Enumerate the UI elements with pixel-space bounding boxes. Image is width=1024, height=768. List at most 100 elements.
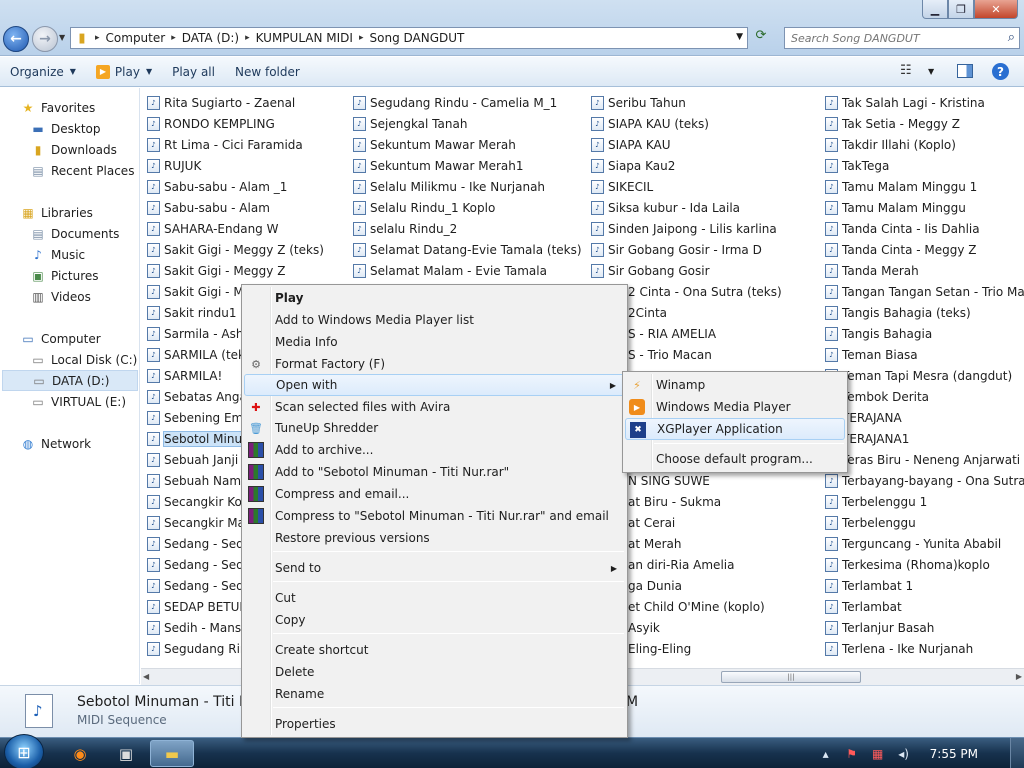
file-item[interactable]: ♪ TakTega [825,156,889,176]
menu-item-add-to-archive[interactable]: Add to archive... [244,439,625,461]
nav-videos[interactable]: ▥ Videos [30,286,91,307]
file-item[interactable]: ♪ Sabu-sabu - Alam _1 [147,177,287,197]
file-item[interactable]: ♪an diri-Ria Amelia [611,555,734,575]
file-item[interactable]: ♪ Sekuntum Mawar Merah1 [353,156,524,176]
nav-music[interactable]: ♪ Music [30,244,85,265]
start-button[interactable]: ⊞ [4,734,44,768]
nav-pictures[interactable]: ▣ Pictures [30,265,98,286]
help-icon[interactable]: ? [992,63,1009,80]
menu-item-create-shortcut[interactable]: Create shortcut [244,639,625,661]
file-item[interactable]: ♪ Tanda Cinta - Meggy Z [825,240,977,260]
forward-button[interactable]: → [32,26,58,52]
nav-downloads[interactable]: ▮ Downloads [30,139,117,160]
recent-pages-chevron-icon[interactable]: ▼ [59,33,65,42]
menu-item-format-factory[interactable]: ⚙ Format Factory (F) [244,353,625,375]
nav-recent-places[interactable]: ▤ Recent Places [30,160,134,181]
program-taskbar-button[interactable]: ▣ [104,740,148,767]
file-item[interactable]: ♪ SAHARA-Endang W [147,219,278,239]
file-item[interactable]: ♪ Tangis Bahagia (teks) [825,303,971,323]
file-item[interactable]: ♪ Sebuah Nama [147,471,248,491]
organize-button[interactable]: Organize ▼ [0,57,86,86]
chevron-right-icon[interactable]: ▸ [357,33,366,43]
file-item[interactable]: ♪ SIKECIL [591,177,653,197]
file-item[interactable]: ♪ Sebatas Angan [147,387,255,407]
file-item[interactable]: ♪ Siapa Kau2 [591,156,675,176]
file-item[interactable]: ♪ Tak Setia - Meggy Z [825,114,960,134]
file-item[interactable]: ♪ SARMILA (teks [147,345,251,365]
file-item[interactable]: ♪Teman Tapi Mesra (dangdut) [825,366,1012,386]
file-item[interactable]: ♪ Siksa kubur - Ida Laila [591,198,740,218]
file-item[interactable]: ♪ Terkesima (Rhoma)koplo [825,555,990,575]
explorer-taskbar-button[interactable]: ▬ [150,740,194,767]
file-item[interactable]: ♪ Tanda Merah [825,261,919,281]
file-item[interactable]: ♪ Terlanjur Basah [825,618,934,638]
search-box[interactable]: ⌕ [784,27,1020,49]
file-item[interactable]: ♪ Sedih - Mansy [147,618,248,638]
menu-item-play[interactable]: Play [244,287,625,309]
file-item[interactable]: ♪ Rt Lima - Cici Faramida [147,135,303,155]
scroll-left-icon[interactable]: ◀ [143,672,149,681]
nav-libraries[interactable]: ▦ Libraries [20,202,93,223]
menu-item-compress-email[interactable]: Compress and email... [244,483,625,505]
submenu-item-windows-media-player[interactable]: ▶ Windows Media Player [625,396,845,418]
file-item[interactable]: ♪ Terguncang - Yunita Ababil [825,534,1001,554]
nav-documents[interactable]: ▤ Documents [30,223,119,244]
address-bar[interactable]: ▮ ▸ Computer ▸ DATA (D:) ▸ KUMPULAN MIDI ▸ … [70,27,748,49]
breadcrumb-computer[interactable]: Computer [102,31,170,45]
file-item[interactable]: ♪ Sedang - Seda [147,576,251,596]
show-hidden-icons-icon[interactable]: ▴ [818,747,834,761]
file-item[interactable]: ♪ Sakit Gigi - Me [147,282,251,302]
file-item[interactable]: ♪ RUJUK [147,156,201,176]
nav-local-disk[interactable]: ▭ Local Disk (C:) [30,349,137,370]
file-item[interactable]: ♪ Tak Salah Lagi - Kristina [825,93,985,113]
file-item[interactable]: ♪ Terbelenggu 1 [825,492,927,512]
file-item[interactable]: ♪ Tamu Malam Minggu 1 [825,177,977,197]
file-item[interactable]: ♪ Sebotol Minum [147,429,255,449]
file-item[interactable]: ♪ Takdir Illahi (Koplo) [825,135,956,155]
file-item[interactable]: ♪ Terlambat 1 [825,576,913,596]
chevron-right-icon[interactable]: ▸ [93,33,102,43]
submenu-item-xgplayer[interactable]: ✖ XGPlayer Application [625,418,845,440]
file-item[interactable]: ♪ Selalu Rindu_1 Koplo [353,198,495,218]
menu-item-tuneup-shredder[interactable]: 🗑 TuneUp Shredder [244,417,625,439]
menu-item-restore-versions[interactable]: Restore previous versions [244,527,625,549]
file-item[interactable]: ♪2 Cinta - Ona Sutra (teks) [611,282,782,302]
file-item[interactable]: ♪ RONDO KEMPLING [147,114,275,134]
file-item[interactable]: ♪ Selalu Milikmu - Ike Nurjanah [353,177,545,197]
firefox-taskbar-button[interactable]: ◉ [58,740,102,767]
nav-computer[interactable]: ▭ Computer [20,328,100,349]
file-item[interactable]: ♪ Terlena - Ike Nurjanah [825,639,973,659]
address-dropdown-icon[interactable]: ▼ [736,32,743,42]
file-item[interactable]: ♪ Sinden Jaipong - Lilis karlina [591,219,777,239]
file-item[interactable]: ♪ selalu Rindu_2 [353,219,457,239]
file-item[interactable]: ♪ Terbelenggu [825,513,916,533]
file-item[interactable]: ♪ Selamat Malam - Evie Tamala [353,261,547,281]
file-item[interactable]: ♪ Tanda Cinta - Iis Dahlia [825,219,980,239]
maximize-button[interactable]: ❐ [948,0,974,19]
file-item[interactable]: ♪ Sebuah Janji [147,450,238,470]
file-item[interactable]: ♪ Sekuntum Mawar Merah [353,135,516,155]
file-item[interactable]: ♪ Terbayang-bayang - Ona Sutra [825,471,1024,491]
file-item[interactable]: ♪ Segudang Rind [147,639,255,659]
menu-item-add-wmp-list[interactable]: Add to Windows Media Player list [244,309,625,331]
menu-item-compress-rar-email[interactable]: Compress to "Sebotol Minuman - Titi Nur.… [244,505,625,527]
chevron-right-icon[interactable]: ▸ [169,33,178,43]
file-item[interactable]: ♪ Sir Gobang Gosir [591,261,710,281]
volume-icon[interactable]: ◂) [896,747,912,761]
chevron-right-icon[interactable]: ▸ [243,33,252,43]
clock[interactable]: 7:55 PM [930,747,978,761]
file-item[interactable]: ♪ Sedang - Seda [147,555,251,575]
submenu-item-winamp[interactable]: ⚡ Winamp [625,374,845,396]
menu-item-media-info[interactable]: Media Info [244,331,625,353]
menu-item-open-with[interactable]: Open with ▶ [244,374,625,396]
breadcrumb-kumpulan-midi[interactable]: KUMPULAN MIDI [252,31,357,45]
nav-favorites[interactable]: ★ Favorites [20,97,96,118]
menu-item-send-to[interactable]: Send to ▶ [244,557,625,579]
action-center-flag-icon[interactable]: ⚑ [844,747,860,761]
close-button[interactable]: ✕ [974,0,1018,19]
preview-pane-icon[interactable] [957,64,973,78]
refresh-icon[interactable]: ⟳ [750,28,772,48]
file-item[interactable]: ♪ SIAPA KAU (teks) [591,114,709,134]
file-item[interactable]: ♪ Sakit rindu1 [147,303,237,323]
menu-item-add-to-rar[interactable]: Add to "Sebotol Minuman - Titi Nur.rar" [244,461,625,483]
